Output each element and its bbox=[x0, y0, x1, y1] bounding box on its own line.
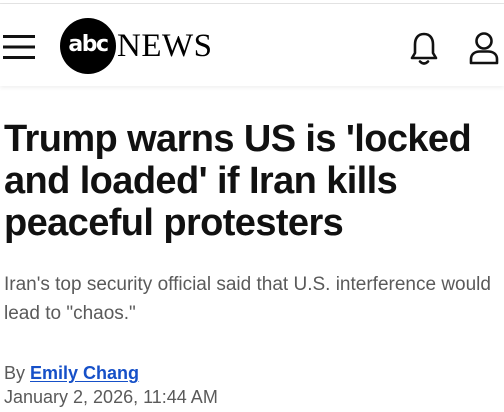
article-headline: Trump warns US is 'locked and loaded' if… bbox=[4, 118, 472, 244]
account-button[interactable] bbox=[468, 31, 500, 65]
author-link[interactable]: Emily Chang bbox=[30, 363, 139, 383]
notifications-button[interactable] bbox=[409, 31, 439, 67]
article-timestamp: January 2, 2026, 11:44 AM bbox=[4, 387, 218, 407]
menu-button[interactable] bbox=[3, 34, 35, 60]
user-icon bbox=[469, 32, 499, 65]
site-header: abc NEWS bbox=[0, 4, 504, 86]
logo-news-text: NEWS bbox=[117, 27, 213, 64]
abc-logo-circle: abc bbox=[60, 18, 116, 74]
abc-news-logo[interactable]: abc NEWS bbox=[60, 18, 213, 74]
byline: By Emily Chang bbox=[4, 362, 139, 384]
bell-icon bbox=[410, 32, 438, 65]
byline-prefix: By bbox=[4, 363, 31, 383]
article-subhead: Iran's top security official said that U… bbox=[4, 274, 491, 324]
menu-icon bbox=[3, 35, 35, 59]
